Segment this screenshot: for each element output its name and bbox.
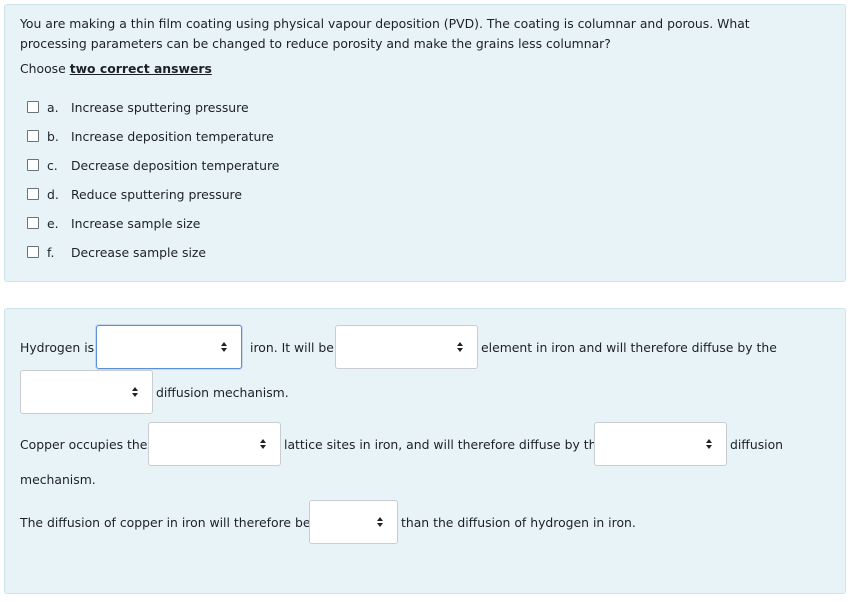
option-c-checkbox[interactable] [27,159,39,171]
dropdown-hydrogen-mechanism[interactable] [20,370,153,414]
option-letter: c. [47,157,58,173]
option-letter: b. [47,128,59,144]
text-mechanism: mechanism. [20,472,96,487]
dropdown-copper-site[interactable] [148,422,281,466]
updown-arrow-icon [221,342,227,352]
question-2-panel: Hydrogen is iron. It will be element in … [4,308,846,594]
option-c[interactable]: c. Decrease deposition temperature [27,156,279,174]
dropdown-relative-rate[interactable] [309,500,398,544]
option-d[interactable]: d. Reduce sputtering pressure [27,185,242,203]
updown-arrow-icon [260,439,266,449]
dropdown-hydrogen-element-type[interactable] [335,325,478,369]
text-hydrogen-is: Hydrogen is [20,340,95,355]
updown-arrow-icon [132,387,138,397]
option-label: Increase sample size [71,215,201,231]
text-than-diffusion: than the diffusion of hydrogen in iron. [401,515,636,530]
text-diffusion-of-copper: The diffusion of copper in iron will the… [20,515,311,530]
text-diffusion: diffusion [730,437,784,452]
option-label: Increase sputtering pressure [71,99,249,115]
choose-count: two correct answers [69,61,212,76]
text-iron-will-be: iron. It will be [250,340,334,355]
option-f[interactable]: f. Decrease sample size [27,243,206,261]
text-element-in-iron: element in iron and will therefore diffu… [481,340,777,355]
text-diffusion-mechanism: diffusion mechanism. [156,385,289,400]
question-1-panel: You are making a thin film coating using… [4,4,846,282]
text-copper-occupies: Copper occupies the [20,437,148,452]
option-e-checkbox[interactable] [27,217,39,229]
updown-arrow-icon [377,517,383,527]
question-1-text: You are making a thin film coating using… [20,16,750,51]
option-letter: e. [47,215,59,231]
option-label: Reduce sputtering pressure [71,186,242,202]
option-a-checkbox[interactable] [27,101,39,113]
option-label: Decrease sample size [71,244,207,260]
option-a[interactable]: a. Increase sputtering pressure [27,98,249,116]
choose-instruction: Choose two correct answers [20,61,212,76]
option-f-checkbox[interactable] [27,246,39,258]
option-label: Decrease deposition temperature [71,157,280,173]
option-label: Increase deposition temperature [71,128,274,144]
option-letter: a. [47,99,59,115]
option-letter: d. [47,186,59,202]
option-d-checkbox[interactable] [27,188,39,200]
updown-arrow-icon [706,439,712,449]
option-b-checkbox[interactable] [27,130,39,142]
option-letter: f. [47,244,55,260]
dropdown-copper-mechanism[interactable] [594,422,727,466]
option-b[interactable]: b. Increase deposition temperature [27,127,274,145]
updown-arrow-icon [457,342,463,352]
text-lattice-sites: lattice sites in iron, and will therefor… [284,437,605,452]
dropdown-hydrogen-site[interactable] [96,325,242,369]
option-e[interactable]: e. Increase sample size [27,214,200,232]
